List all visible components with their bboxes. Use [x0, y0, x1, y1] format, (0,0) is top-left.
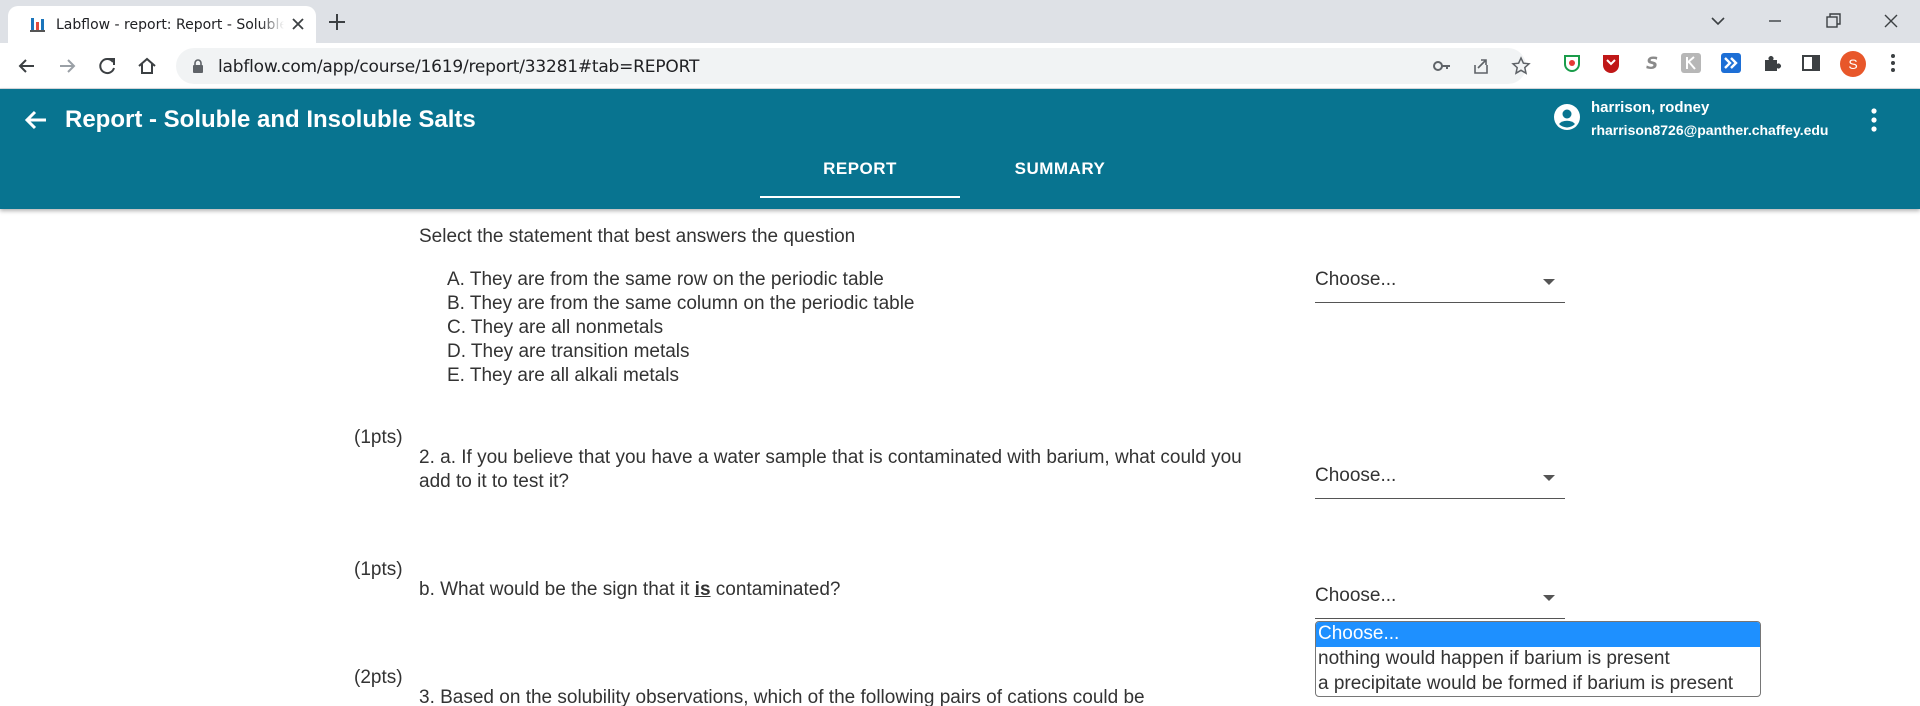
extension-forward-icon[interactable]	[1720, 52, 1742, 74]
browser-toolbar: labflow.com/app/course/1619/report/33281…	[0, 43, 1920, 89]
page-title: Report - Soluble and Insoluble Salts	[65, 106, 476, 133]
dropdown-option[interactable]: a precipitate would be formed if barium …	[1316, 672, 1760, 696]
select-value: Choose...	[1315, 585, 1397, 606]
select-value: Choose...	[1315, 465, 1397, 486]
key-icon[interactable]	[1432, 56, 1452, 76]
url-text[interactable]: labflow.com/app/course/1619/report/33281…	[218, 57, 699, 77]
dropdown-arrow-icon	[1543, 279, 1555, 285]
home-icon[interactable]	[132, 51, 162, 81]
lock-icon[interactable]	[190, 58, 206, 74]
close-window-icon[interactable]	[1876, 6, 1906, 36]
side-panel-icon[interactable]	[1800, 52, 1822, 74]
points-label: (2pts)	[354, 667, 403, 688]
app-header: Report - Soluble and Insoluble Salts har…	[0, 89, 1920, 209]
extension-mcafee-icon[interactable]	[1600, 52, 1622, 74]
select-value: Choose...	[1315, 269, 1397, 290]
tab-summary[interactable]: SUMMARY	[960, 151, 1160, 198]
bookmark-star-icon[interactable]	[1511, 56, 1531, 76]
points-label: (1pts)	[354, 559, 403, 580]
back-icon[interactable]	[12, 51, 42, 81]
reload-icon[interactable]	[92, 51, 122, 81]
share-icon[interactable]	[1471, 56, 1491, 76]
q1-answer-select[interactable]: Choose...	[1315, 263, 1565, 303]
back-arrow-icon[interactable]	[22, 106, 50, 134]
dropdown-option[interactable]: Choose...	[1316, 622, 1760, 647]
dropdown-arrow-icon	[1543, 475, 1555, 481]
q2a-answer-select[interactable]: Choose...	[1315, 459, 1565, 499]
browser-menu-icon[interactable]	[1882, 52, 1904, 74]
close-tab-icon[interactable]	[288, 14, 308, 34]
answer-option: E. They are all alkali metals	[447, 365, 679, 386]
q2b-answer-select[interactable]: Choose...	[1315, 579, 1565, 619]
question-2a-line2: add to it to test it?	[419, 471, 569, 492]
question-2b-emphasis: is	[694, 579, 711, 600]
question-3-line1: 3. Based on the solubility observations,…	[419, 687, 1145, 706]
tab-search-chevron-icon[interactable]	[1703, 6, 1733, 36]
user-name: harrison, rodney	[1591, 99, 1710, 116]
answer-option: B. They are from the same column on the …	[447, 293, 915, 314]
q2b-dropdown-list: Choose... nothing would happen if barium…	[1315, 621, 1761, 697]
answer-option: A. They are from the same row on the per…	[447, 269, 884, 290]
minimize-icon[interactable]	[1760, 6, 1790, 36]
labflow-favicon-icon	[30, 18, 45, 32]
tab-title: Labflow - report: Report - Soluble	[56, 17, 284, 33]
address-bar[interactable]: labflow.com/app/course/1619/report/33281…	[176, 48, 1531, 84]
question-2b-text-before: b. What would be the sign that it	[419, 579, 695, 600]
account-circle-icon	[1554, 104, 1580, 130]
question-prompt: Select the statement that best answers t…	[419, 226, 856, 247]
dropdown-arrow-icon	[1543, 595, 1555, 601]
dropdown-option[interactable]: nothing would happen if barium is presen…	[1316, 647, 1760, 672]
profile-avatar[interactable]: S	[1840, 51, 1866, 77]
restore-icon[interactable]	[1818, 6, 1848, 36]
question-2a-line1: 2. a. If you believe that you have a wat…	[419, 447, 1242, 468]
forward-icon[interactable]	[52, 51, 82, 81]
svg-text:S: S	[1646, 54, 1658, 74]
tab-report[interactable]: REPORT	[760, 151, 960, 198]
question-2b-text-after: contaminated?	[710, 579, 841, 600]
user-email: rharrison8726@panther.chaffey.edu	[1591, 122, 1829, 138]
extension-s-icon[interactable]: S	[1640, 52, 1662, 74]
extensions-puzzle-icon[interactable]	[1761, 52, 1783, 74]
extension-shield-icon[interactable]	[1561, 52, 1583, 74]
extension-grey-icon[interactable]	[1680, 52, 1702, 74]
more-options-icon[interactable]	[1866, 107, 1882, 133]
answer-option: D. They are transition metals	[447, 341, 690, 362]
browser-tab[interactable]: Labflow - report: Report - Soluble	[8, 6, 316, 43]
browser-tabstrip: Labflow - report: Report - Soluble	[0, 0, 1920, 43]
points-label: (1pts)	[354, 427, 403, 448]
new-tab-plus-icon[interactable]	[324, 9, 350, 35]
question-2b: b. What would be the sign that it is con…	[419, 578, 840, 602]
report-content: Select the statement that best answers t…	[0, 209, 1920, 706]
answer-option: C. They are all nonmetals	[447, 317, 664, 338]
